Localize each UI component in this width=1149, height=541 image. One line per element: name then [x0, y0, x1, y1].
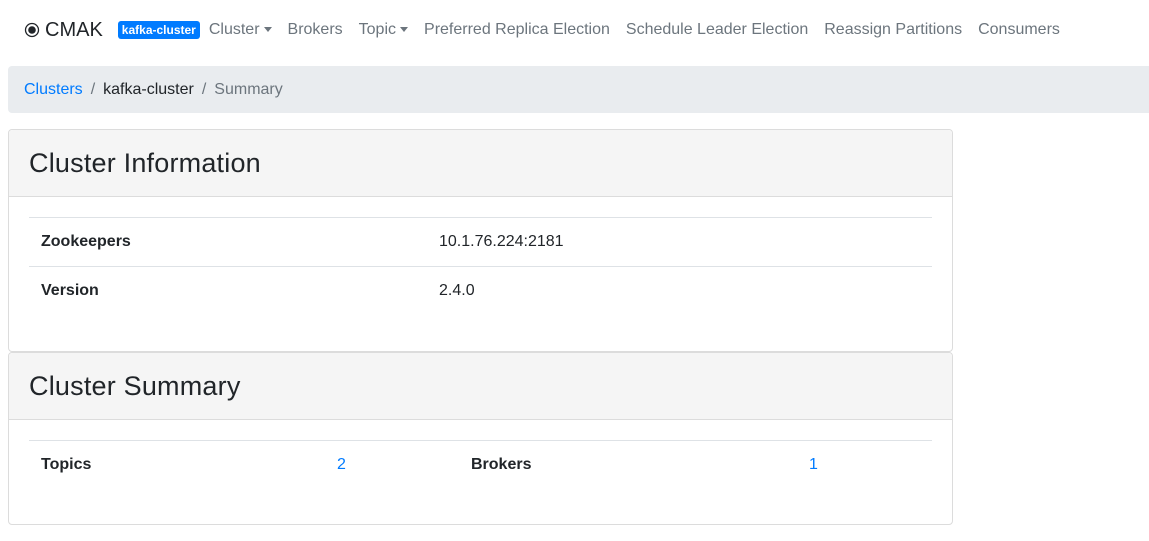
breadcrumb-cluster-name[interactable]: kafka-cluster	[103, 81, 194, 99]
brokers-cell: 1	[797, 440, 932, 490]
topics-label: Topics	[29, 440, 325, 490]
nav-topic-dropdown[interactable]: Topic	[358, 21, 409, 39]
nav-brokers[interactable]: Brokers	[288, 21, 343, 39]
topics-cell: 2	[325, 440, 459, 490]
nav-preferred-replica-election-label: Preferred Replica Election	[424, 21, 610, 38]
zookeepers-label: Zookeepers	[29, 217, 427, 267]
cluster-information-card: Cluster Information Zookeepers 10.1.76.2…	[8, 129, 953, 352]
caret-down-icon	[400, 26, 409, 32]
version-value: 2.4.0	[427, 266, 932, 316]
table-row: Version 2.4.0	[29, 266, 932, 316]
breadcrumb-current-page: Summary	[214, 80, 283, 98]
nav-schedule-leader-election[interactable]: Schedule Leader Election	[626, 21, 808, 39]
nav-schedule-leader-election-label: Schedule Leader Election	[625, 21, 809, 38]
cluster-summary-body: Topics 2 Brokers 1	[9, 420, 952, 490]
cluster-information-header: Cluster Information	[9, 130, 952, 197]
cluster-information-body: Zookeepers 10.1.76.224:2181 Version 2.4.…	[9, 197, 952, 316]
breadcrumb-separator: /	[201, 80, 207, 98]
top-navbar: CMAK kafka-cluster Cluster Brokers Topic…	[0, 0, 1149, 60]
version-label: Version	[29, 266, 427, 316]
cluster-information-title: Cluster Information	[29, 147, 261, 178]
zookeepers-value: 10.1.76.224:2181	[427, 217, 932, 267]
nav-cluster-dropdown[interactable]: Cluster	[209, 21, 272, 39]
topics-count-link[interactable]: 2	[337, 456, 346, 473]
brand-link[interactable]: CMAK	[24, 19, 103, 42]
brokers-count-link[interactable]: 1	[809, 456, 818, 473]
nav-consumers-label: Consumers	[978, 21, 1060, 38]
cluster-information-table: Zookeepers 10.1.76.224:2181 Version 2.4.…	[29, 217, 932, 316]
cluster-summary-card: Cluster Summary Topics 2 Brokers 1	[8, 352, 953, 525]
radio-target-icon	[24, 22, 40, 38]
nav-reassign-partitions[interactable]: Reassign Partitions	[824, 21, 962, 39]
nav-topic-label: Topic	[358, 21, 397, 38]
cluster-summary-table: Topics 2 Brokers 1	[29, 440, 932, 490]
nav-reassign-partitions-label: Reassign Partitions	[824, 21, 963, 38]
caret-down-icon	[263, 26, 272, 32]
nav-cluster-label: Cluster	[208, 21, 260, 38]
cluster-summary-header: Cluster Summary	[9, 353, 952, 420]
brokers-label: Brokers	[459, 440, 797, 490]
nav-brokers-label: Brokers	[287, 21, 343, 38]
breadcrumb-separator: /	[90, 80, 96, 98]
table-row: Zookeepers 10.1.76.224:2181	[29, 217, 932, 267]
nav-preferred-replica-election[interactable]: Preferred Replica Election	[424, 21, 610, 39]
brand-name: CMAK	[45, 18, 103, 41]
table-row: Topics 2 Brokers 1	[29, 440, 932, 490]
cluster-summary-title: Cluster Summary	[29, 370, 241, 401]
nav-consumers[interactable]: Consumers	[978, 21, 1060, 39]
breadcrumb-clusters-link[interactable]: Clusters	[24, 81, 83, 99]
cluster-badge[interactable]: kafka-cluster	[117, 21, 200, 39]
breadcrumb: Clusters / kafka-cluster / Summary	[8, 66, 1149, 113]
